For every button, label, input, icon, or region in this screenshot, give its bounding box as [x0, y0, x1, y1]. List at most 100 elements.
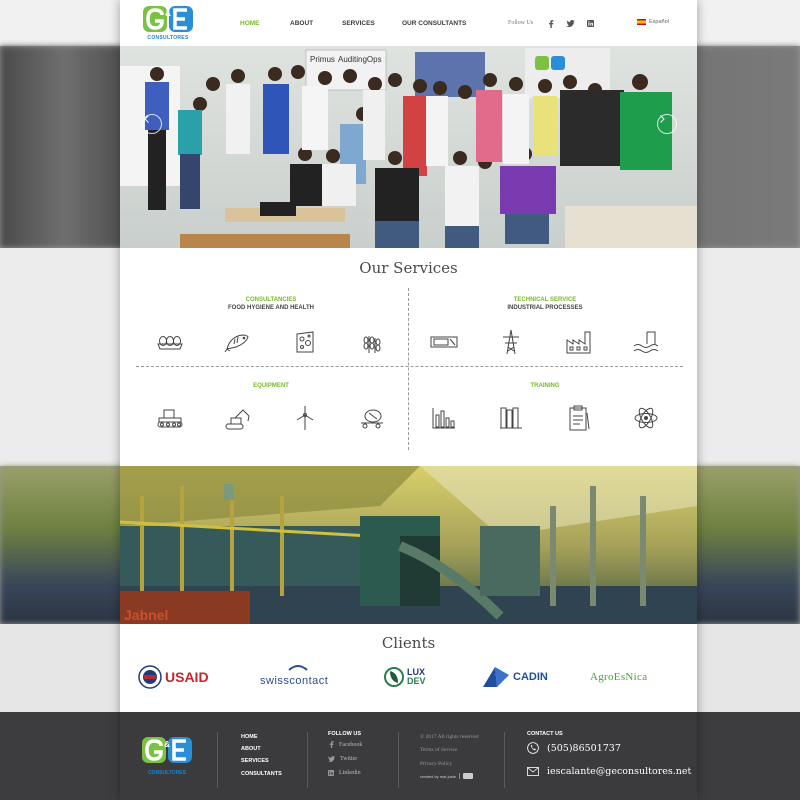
atom-icon — [632, 404, 660, 432]
cadin-mark-icon — [483, 667, 509, 687]
service-group-consultancies[interactable]: CONSULTANCIES FOOD HYGIENE AND HEALTH — [136, 297, 406, 311]
footer-terms-link[interactable]: Terms of Service — [420, 747, 458, 753]
service-name: CONSULTANCIES — [245, 297, 297, 303]
chart-icon — [430, 404, 458, 432]
service-group-equipment[interactable]: EQUIPMENT — [136, 383, 406, 389]
footer-link-home[interactable]: HOME — [241, 734, 258, 740]
twitter-icon[interactable] — [566, 19, 575, 28]
footer-divider — [307, 732, 308, 788]
client-logo-cadin[interactable]: CADIN — [481, 662, 548, 692]
credit-logo-icon — [463, 773, 474, 779]
service-group-technical-service[interactable]: TECHNICAL SERVICE INDUSTRIAL PROCESSES — [410, 297, 680, 311]
language-label: Español — [649, 19, 669, 25]
footer-link-services[interactable]: SERVICES — [241, 758, 269, 764]
footer-facebook-link[interactable]: Facebook — [329, 741, 362, 748]
service-name: TECHNICAL SERVICE — [513, 297, 577, 303]
service-name: EQUIPMENT — [253, 383, 289, 389]
language-selector[interactable]: Español — [637, 19, 669, 25]
nav-services[interactable]: SERVICES — [342, 20, 402, 27]
service-group-training[interactable]: TRAINING — [410, 383, 680, 389]
service-subtitle: INDUSTRIAL PROCESSES — [507, 305, 583, 311]
services-divider-vertical — [408, 288, 409, 450]
svg-text:Jabnel: Jabnel — [124, 607, 168, 623]
clipboard-icon — [565, 404, 593, 432]
client-logo-luxdev[interactable]: LUX DEV — [384, 662, 426, 692]
client-name-usaid: USAID — [165, 669, 209, 685]
group-photo: Primus AuditingOps — [120, 46, 697, 248]
footer-logo-text: CONSULTORES — [148, 770, 186, 776]
swisscontact-swoosh-icon — [288, 665, 308, 671]
main-nav: HOME ABOUT SERVICES OUR CONSULTANTS — [240, 20, 482, 27]
footer-divider — [504, 732, 505, 788]
footer-divider — [398, 732, 399, 788]
svg-text:&: & — [164, 740, 170, 749]
clients-title: Clients — [381, 634, 436, 652]
site-logo[interactable]: & CONSULTORES — [141, 5, 195, 43]
services-divider-horizontal — [136, 366, 683, 367]
client-name-cadin: CADIN — [513, 671, 548, 683]
water-plant-icon — [632, 328, 660, 356]
footer-phone[interactable]: (505)86501737 — [527, 742, 621, 754]
ge-logo-mark: & — [142, 737, 192, 763]
slider-next-button[interactable] — [657, 114, 677, 134]
nav-home[interactable]: HOME — [240, 20, 290, 27]
client-logo-agroesnica[interactable]: AgroEsNica — [590, 662, 647, 692]
factory-icon — [565, 328, 593, 356]
footer-phone-number: (505)86501737 — [547, 742, 621, 754]
services-title: Our Services — [359, 259, 458, 277]
training-icons — [410, 404, 680, 432]
client-name-agroesnica: AgroEsNica — [590, 671, 648, 683]
facebook-icon — [329, 741, 334, 748]
footer-credit-text: created by mat juste — [420, 773, 457, 779]
facebook-icon[interactable] — [546, 19, 555, 28]
client-name-dev: DEV — [407, 676, 426, 686]
technical-service-icons — [410, 328, 680, 356]
linkedin-icon — [328, 770, 334, 776]
footer-privacy-link[interactable]: Privacy Policy — [420, 761, 452, 767]
books-icon — [497, 404, 525, 432]
usaid-seal-icon — [138, 665, 162, 689]
fish-icon — [223, 328, 251, 356]
footer-logo[interactable]: & CONSULTORES — [140, 736, 194, 776]
linkedin-icon[interactable] — [586, 19, 595, 28]
logo-text: CONSULTORES — [147, 35, 189, 41]
nav-about[interactable]: ABOUT — [290, 20, 342, 27]
equipment-icons — [136, 404, 406, 432]
follow-us-label: Follow Us — [508, 20, 534, 26]
svg-text:AuditingOps: AuditingOps — [338, 55, 382, 64]
consultancies-icons — [136, 328, 406, 356]
twitter-icon — [328, 756, 335, 762]
spain-flag-icon — [637, 19, 646, 25]
footer-linkedin-label: Linkedin — [339, 770, 361, 776]
chevron-left-icon — [144, 115, 149, 123]
nav-our-consultants[interactable]: OUR CONSULTANTS — [402, 20, 482, 27]
phone-icon — [527, 742, 539, 754]
footer-twitter-label: Twitter — [340, 756, 358, 762]
footer-twitter-link[interactable]: Twitter — [328, 756, 357, 762]
mail-icon — [527, 767, 539, 776]
footer-linkedin-link[interactable]: Linkedin — [328, 770, 361, 776]
luxdev-leaf-icon — [384, 667, 404, 687]
client-logo-swisscontact[interactable]: swisscontact — [258, 662, 338, 692]
hero-slider: Primus AuditingOps — [120, 46, 697, 248]
client-logo-usaid[interactable]: USAID — [138, 662, 209, 692]
slider-prev-button[interactable] — [142, 114, 162, 134]
eggs-icon — [156, 328, 184, 356]
service-subtitle: FOOD HYGIENE AND HEALTH — [227, 305, 314, 311]
footer-facebook-label: Facebook — [339, 741, 363, 748]
footer-credit[interactable]: created by mat juste — [420, 773, 474, 779]
client-name-swisscontact: swisscontact — [260, 675, 329, 687]
footer-contact-heading: CONTACT US — [527, 731, 563, 737]
footer-email-address: iescalante@geconsultores.net — [547, 766, 692, 777]
site-header: & CONSULTORES HOME ABOUT SERVICES OUR CO… — [120, 0, 697, 46]
footer-link-about[interactable]: ABOUT — [241, 746, 261, 752]
footer-copyright: © 2017 All rights reserved — [420, 734, 479, 740]
footer-divider — [217, 732, 218, 788]
cheese-icon — [291, 328, 319, 356]
site-footer: & CONSULTORES HOME ABOUT SERVICES CONSUL… — [120, 712, 697, 800]
footer-link-consultants[interactable]: CONSULTANTS — [241, 771, 282, 777]
machine-icon — [430, 328, 458, 356]
service-name: TRAINING — [530, 383, 560, 389]
footer-follow-heading: FOLLOW US — [328, 731, 361, 737]
footer-email[interactable]: iescalante@geconsultores.net — [527, 766, 691, 777]
